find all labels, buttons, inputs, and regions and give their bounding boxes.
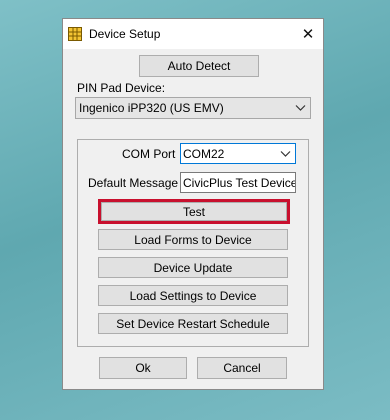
- pin-pad-device-select[interactable]: Ingenico iPP320 (US EMV): [75, 97, 311, 119]
- window-title: Device Setup: [89, 27, 161, 41]
- com-port-select[interactable]: COM22: [180, 143, 296, 164]
- device-update-button[interactable]: Device Update: [98, 257, 288, 278]
- test-button[interactable]: Test: [101, 202, 287, 221]
- com-port-value: COM22: [183, 146, 225, 161]
- device-setup-dialog: Device Setup ✕ Auto Detect PIN Pad Devic…: [62, 18, 324, 390]
- chevron-down-icon: [295, 105, 306, 111]
- grid-app-icon: [68, 27, 82, 41]
- restart-schedule-button[interactable]: Set Device Restart Schedule: [98, 313, 288, 334]
- close-icon[interactable]: ✕: [293, 19, 323, 49]
- auto-detect-button[interactable]: Auto Detect: [139, 55, 259, 77]
- com-port-label: COM Port: [122, 147, 176, 161]
- pin-pad-device-value: Ingenico iPP320 (US EMV): [79, 101, 224, 115]
- default-message-field[interactable]: CivicPlus Test Device: [180, 172, 296, 193]
- pin-pad-device-label: PIN Pad Device:: [77, 81, 166, 95]
- load-forms-button[interactable]: Load Forms to Device: [98, 229, 288, 250]
- default-message-label: Default Message: [88, 176, 179, 190]
- load-settings-button[interactable]: Load Settings to Device: [98, 285, 288, 306]
- chevron-down-icon: [280, 150, 291, 157]
- ok-button[interactable]: Ok: [99, 357, 187, 379]
- cancel-button[interactable]: Cancel: [197, 357, 287, 379]
- title-bar: Device Setup ✕: [63, 19, 323, 49]
